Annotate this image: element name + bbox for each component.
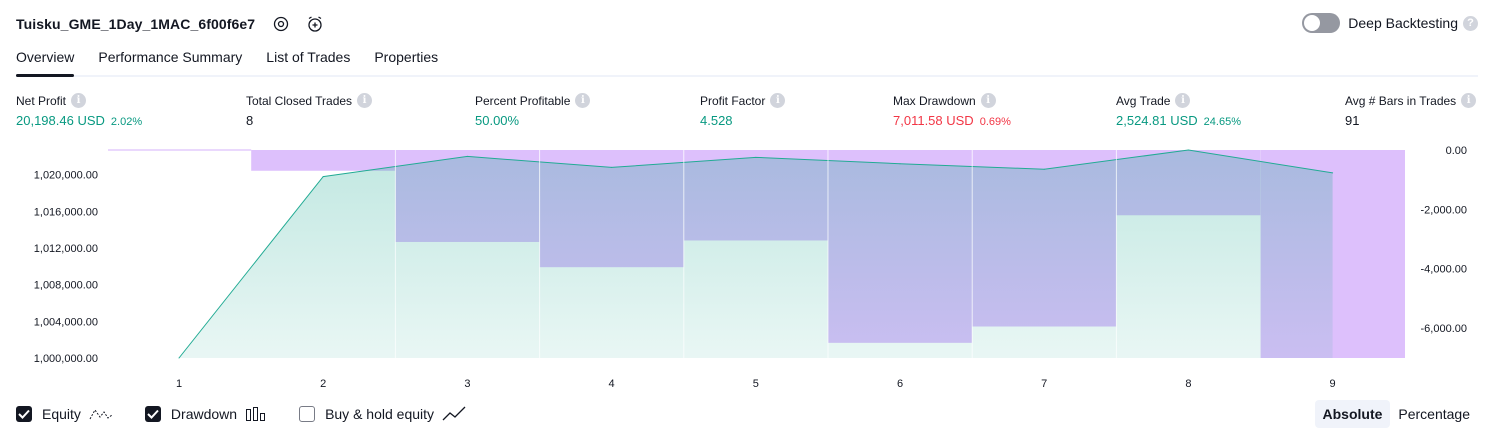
drawdown-bar <box>251 150 396 171</box>
info-icon[interactable]: i <box>980 93 996 108</box>
metric-label: Percent Profitable <box>475 93 571 108</box>
tab-overview[interactable]: Overview <box>16 48 75 77</box>
x-axis-label: 2 <box>320 378 326 390</box>
metric-percent-profitable: Percent Profitable i 50.00% <box>475 93 591 128</box>
x-axis-label: 3 <box>464 378 470 390</box>
metric-label: Profit Factor <box>700 93 766 108</box>
x-axis-label: 6 <box>897 378 903 390</box>
metric-avg-trade: Avg Trade i 2,524.81 USD 24.65% <box>1116 93 1241 128</box>
metric-value: 7,011.58 USD <box>893 113 974 128</box>
legend-buy-hold[interactable]: Buy & hold equity <box>299 406 466 422</box>
right-axis-label: -4,000.00 <box>1421 264 1467 276</box>
strategy-header: Tuisku_GME_1Day_1MAC_6f00f6e7 <box>16 12 325 36</box>
bar-columns-icon <box>245 406 267 422</box>
display-mode-toggle: Absolute Percentage <box>1314 400 1479 428</box>
x-axis-label: 7 <box>1041 378 1047 390</box>
equity-point <box>1043 168 1045 170</box>
legend-drawdown[interactable]: Drawdown <box>144 406 267 422</box>
metric-value: 91 <box>1345 113 1360 128</box>
metric-value: 4.528 <box>700 113 733 128</box>
toggle-knob <box>1304 15 1321 31</box>
metric-value: 20,198.46 USD <box>16 113 105 128</box>
left-axis-label: 1,016,000.00 <box>34 206 98 218</box>
settings-icon[interactable] <box>271 14 291 34</box>
legend-label: Buy & hold equity <box>325 406 435 422</box>
x-axis-label: 1 <box>176 378 182 390</box>
metric-max-drawdown: Max Drawdown i 7,011.58 USD 0.69% <box>893 93 1011 128</box>
equity-drawdown-chart: 1,000,000.00 1,004,000.00 1,008,000.00 1,01… <box>34 145 1467 390</box>
help-icon[interactable]: ? <box>1463 15 1478 31</box>
info-icon[interactable]: i <box>357 93 373 108</box>
metric-label: Avg Trade <box>1116 93 1171 108</box>
metric-label: Net Profit <box>16 93 67 108</box>
buy-hold-checkbox[interactable] <box>299 406 316 422</box>
equity-area <box>179 150 1333 358</box>
info-icon[interactable]: i <box>1461 93 1477 108</box>
right-axis-label: -6,000.00 <box>1421 323 1467 335</box>
info-icon[interactable]: i <box>71 93 87 108</box>
metric-percent: 0.69% <box>979 116 1011 128</box>
info-icon[interactable]: i <box>770 93 786 108</box>
left-axis-label: 1,012,000.00 <box>34 243 98 255</box>
metric-value: 50.00% <box>475 113 520 128</box>
equity-point <box>322 176 324 178</box>
x-axis-label: 9 <box>1330 378 1336 390</box>
chart-legend: Equity Drawdown Buy & hold equity <box>16 404 498 424</box>
deep-backtesting-toggle[interactable] <box>1302 13 1341 33</box>
strategy-title: Tuisku_GME_1Day_1MAC_6f00f6e7 <box>16 16 256 32</box>
left-axis-label: 1,000,000.00 <box>34 353 98 365</box>
metric-percent: 2.02% <box>110 116 143 128</box>
info-icon[interactable]: i <box>1175 93 1191 108</box>
tab-list-of-trades[interactable]: List of Trades <box>266 48 350 75</box>
legend-label: Drawdown <box>170 406 238 422</box>
metric-net-profit: Net Profit i 20,198.46 USD 2.02% <box>16 93 142 128</box>
add-alert-icon[interactable] <box>305 14 325 34</box>
right-axis-label: 0.00 <box>1446 145 1467 157</box>
legend-equity[interactable]: Equity <box>16 406 113 422</box>
drawdown-checkbox[interactable] <box>144 406 161 422</box>
deep-backtesting: Deep Backtesting ? <box>1302 13 1478 33</box>
metric-label: Avg # Bars in Trades <box>1345 93 1457 108</box>
x-axis-label: 5 <box>753 378 759 390</box>
equity-line-icon <box>89 406 113 422</box>
equity-point <box>178 357 180 359</box>
equity-point <box>611 166 613 168</box>
equity-point <box>1332 172 1334 174</box>
line-chart-icon <box>442 406 466 422</box>
tab-bar: Overview Performance Summary List of Tra… <box>16 48 1478 77</box>
deep-backtesting-label: Deep Backtesting <box>1348 15 1458 31</box>
tab-performance-summary[interactable]: Performance Summary <box>98 48 242 75</box>
metric-value: 8 <box>246 113 254 128</box>
left-axis-label: 1,020,000.00 <box>34 170 98 182</box>
x-axis-label: 8 <box>1185 378 1191 390</box>
equity-checkbox[interactable] <box>16 406 32 422</box>
equity-point <box>899 163 901 165</box>
metric-value: 2,524.81 USD <box>1116 113 1198 128</box>
right-axis-label: -2,000.00 <box>1421 204 1467 216</box>
absolute-button[interactable]: Absolute <box>1314 400 1391 428</box>
metric-avg-bars: Avg # Bars in Trades i 91 <box>1345 93 1477 128</box>
equity-point <box>755 156 757 158</box>
x-axis-label: 4 <box>609 378 615 390</box>
equity-point <box>1187 149 1189 151</box>
metric-label: Total Closed Trades <box>246 93 353 108</box>
tab-properties[interactable]: Properties <box>374 48 438 75</box>
left-axis-label: 1,004,000.00 <box>34 316 98 328</box>
info-icon[interactable]: i <box>575 93 591 108</box>
metric-label: Max Drawdown <box>893 93 976 108</box>
metric-total-closed-trades: Total Closed Trades i 8 <box>246 93 373 128</box>
percentage-button[interactable]: Percentage <box>1390 400 1478 428</box>
metric-profit-factor: Profit Factor i 4.528 <box>700 93 786 128</box>
equity-point <box>466 155 468 157</box>
left-axis-label: 1,008,000.00 <box>34 280 98 292</box>
metric-percent: 24.65% <box>1203 116 1241 128</box>
legend-label: Equity <box>42 406 81 422</box>
